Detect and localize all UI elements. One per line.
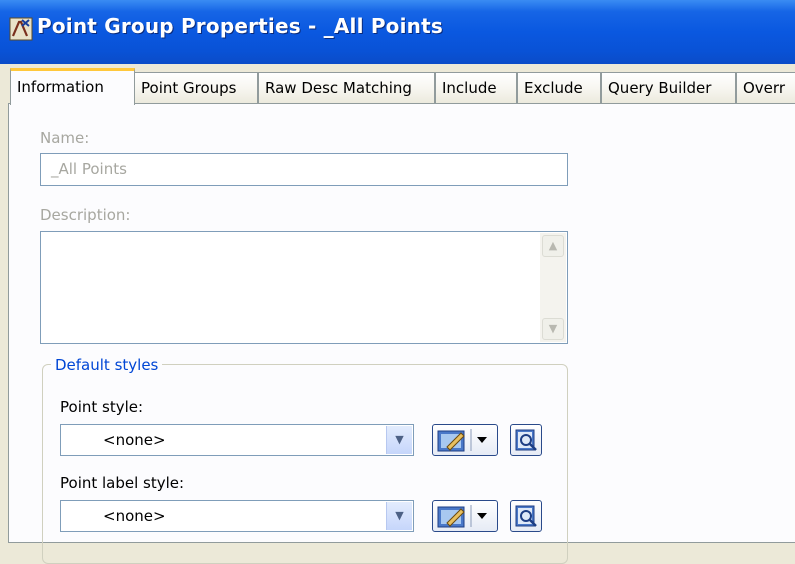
tab-point-groups[interactable]: Point Groups: [134, 72, 258, 104]
preview-icon: [515, 429, 537, 451]
point-label-style-label: Point label style:: [60, 474, 185, 492]
default-styles-title: Default styles: [51, 356, 163, 374]
preview-point-label-style-button[interactable]: [510, 500, 542, 532]
tab-query-builder[interactable]: Query Builder: [601, 72, 736, 104]
tab-include[interactable]: Include: [435, 72, 517, 104]
tab-strip: Point Groups Raw Desc Matching Include E…: [0, 66, 795, 105]
tab-information[interactable]: Information: [10, 68, 135, 105]
window-title: Point Group Properties - _All Points: [37, 14, 443, 38]
tab-raw-desc-matching[interactable]: Raw Desc Matching: [258, 72, 435, 104]
edit-style-icon: [437, 429, 487, 452]
description-field[interactable]: ▲ ▼: [40, 231, 568, 344]
description-scrollbar[interactable]: ▲ ▼: [540, 233, 566, 342]
preview-point-style-button[interactable]: [510, 424, 542, 456]
default-styles-group: [42, 364, 568, 564]
point-style-value: <none>: [103, 431, 166, 449]
point-style-label: Point style:: [60, 398, 144, 416]
description-label: Description:: [40, 206, 131, 224]
preview-icon: [515, 505, 537, 527]
point-label-style-dropdown[interactable]: <none> ▼: [60, 500, 414, 532]
tab-overrides[interactable]: Overr: [736, 72, 795, 104]
edit-point-style-button[interactable]: [432, 424, 498, 456]
chevron-down-icon[interactable]: ▼: [386, 426, 412, 454]
edit-point-label-style-button[interactable]: [432, 500, 498, 532]
scroll-up-icon[interactable]: ▲: [542, 235, 564, 257]
edit-style-icon: [437, 505, 487, 528]
scroll-down-icon[interactable]: ▼: [542, 318, 564, 340]
tab-exclude[interactable]: Exclude: [517, 72, 601, 104]
chevron-down-icon[interactable]: ▼: [386, 502, 412, 530]
name-field[interactable]: _All Points: [40, 153, 568, 186]
app-icon: [9, 17, 33, 41]
point-style-dropdown[interactable]: <none> ▼: [60, 424, 414, 456]
title-bar[interactable]: Point Group Properties - _All Points: [0, 0, 795, 64]
point-label-style-value: <none>: [103, 507, 166, 525]
name-label: Name:: [40, 129, 90, 147]
